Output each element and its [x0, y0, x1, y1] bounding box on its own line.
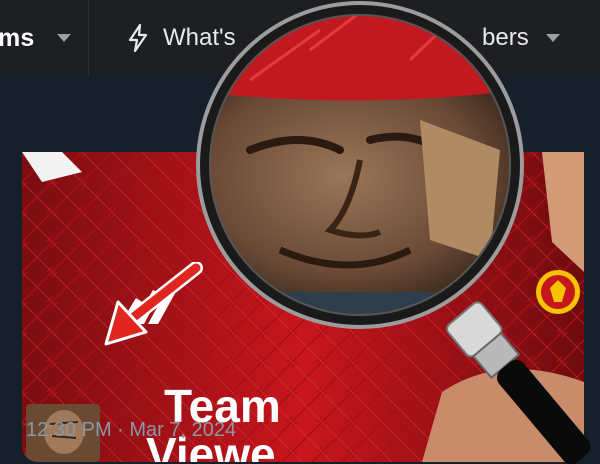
lightning-bolt-icon [128, 24, 148, 52]
tab-communities[interactable]: ms [0, 0, 88, 76]
chevron-down-icon[interactable] [56, 34, 71, 42]
magnifying-glass-icon [196, 1, 591, 464]
tab-communities-label: ms [0, 23, 35, 52]
